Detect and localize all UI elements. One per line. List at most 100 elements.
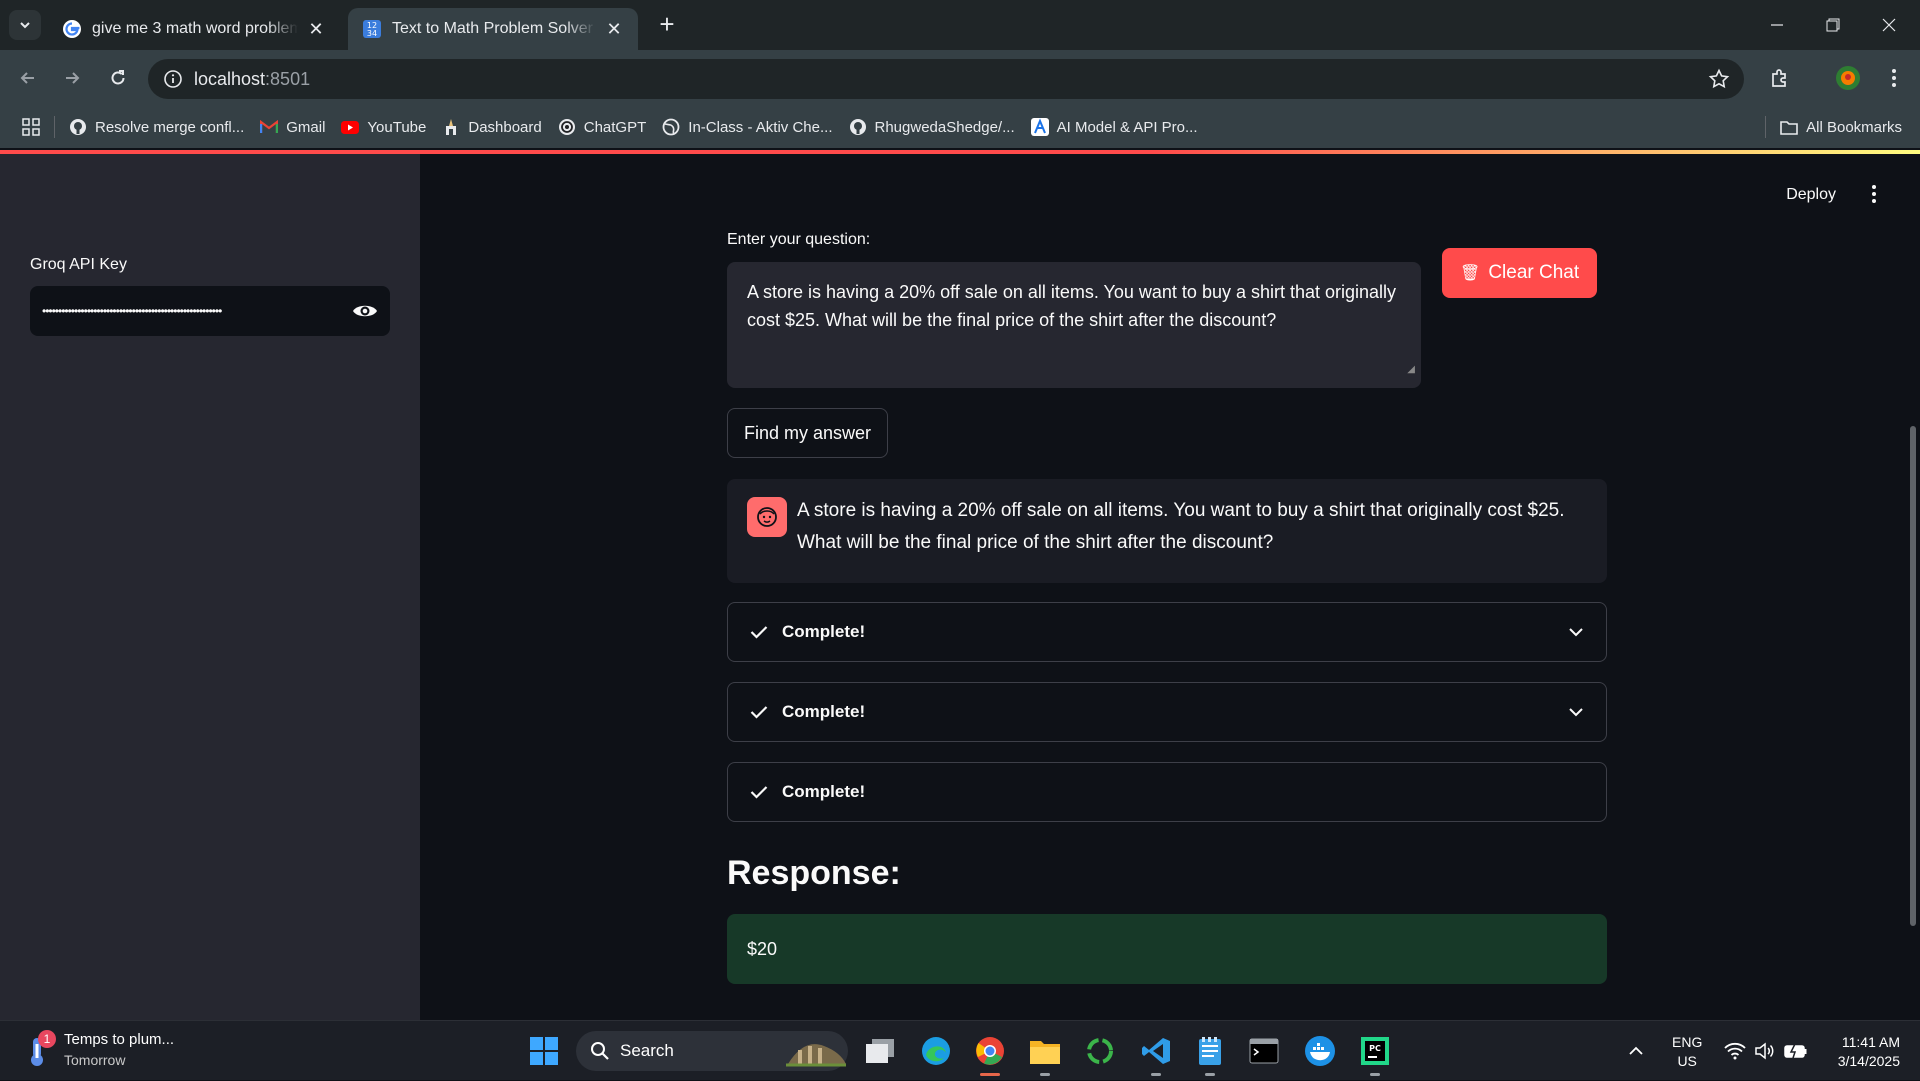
bookmark-chatgpt[interactable]: ChatGPT	[550, 112, 655, 142]
bookmark-label: Gmail	[286, 118, 326, 136]
api-key-value: ••••••••••••••••••••••••••••••••••••••••…	[42, 304, 222, 318]
system-clock[interactable]: 11:41 AM 3/14/2025	[1820, 1033, 1900, 1071]
folder-icon	[1780, 118, 1798, 136]
status-label: Complete!	[782, 782, 866, 801]
tab-math-word-problems[interactable]: give me 3 math word problem ✕	[48, 8, 340, 50]
close-icon[interactable]: ✕	[604, 19, 624, 40]
notepad-running-indicator	[1205, 1073, 1215, 1076]
language-indicator[interactable]: ENG US	[1672, 1033, 1702, 1071]
apps-button[interactable]	[0, 112, 48, 142]
clear-chat-button[interactable]: 🗑 Clear Chat	[1442, 248, 1598, 298]
bookmark-rhugweda[interactable]: RhugwedaShedge/...	[841, 112, 1023, 142]
wifi-icon	[1724, 1042, 1746, 1060]
reload-button[interactable]	[102, 62, 134, 94]
bookmark-ai-model[interactable]: AI Model & API Pro...	[1023, 112, 1206, 142]
network-status[interactable]	[1724, 1021, 1746, 1081]
bookmark-star-icon[interactable]	[1708, 68, 1730, 90]
weather-widget[interactable]: 1 Temps to plum... Tomorrow	[24, 1029, 175, 1068]
new-tab-button[interactable]: +	[652, 10, 682, 40]
file-explorer-taskbar-icon[interactable]	[1027, 1033, 1063, 1069]
minimize-button[interactable]	[1750, 0, 1804, 50]
profile-avatar[interactable]	[1832, 62, 1864, 94]
chevron-down-icon[interactable]	[1568, 707, 1584, 717]
volume-control[interactable]	[1754, 1021, 1776, 1081]
gmail-icon	[260, 118, 279, 136]
deploy-button[interactable]: Deploy	[1786, 186, 1836, 204]
all-bookmarks-button[interactable]: All Bookmarks	[1772, 112, 1920, 142]
question-textarea[interactable]: A store is having a 20% off sale on all …	[727, 262, 1421, 388]
chevron-down-icon	[20, 22, 30, 29]
folder-icon	[1030, 1041, 1060, 1064]
bookmark-resolve-merge[interactable]: Resolve merge confl...	[61, 112, 252, 142]
clear-chat-label: Clear Chat	[1488, 262, 1580, 283]
sync-app-taskbar-icon[interactable]	[1082, 1033, 1118, 1069]
site-info-icon[interactable]	[162, 68, 184, 90]
restore-button[interactable]	[1806, 0, 1860, 50]
windows-taskbar: 1 Temps to plum... Tomorrow Search PC EN…	[0, 1020, 1920, 1080]
back-button[interactable]	[12, 62, 44, 94]
docker-icon	[1305, 1036, 1335, 1066]
language-code: ENG	[1672, 1034, 1703, 1050]
battery-status[interactable]	[1784, 1021, 1808, 1081]
search-label: Search	[620, 1041, 674, 1060]
vscode-taskbar-icon[interactable]	[1138, 1033, 1174, 1069]
status-expander[interactable]: Complete!	[727, 682, 1607, 742]
bookmark-label: RhugwedaShedge/...	[874, 118, 1015, 136]
main-menu-button[interactable]	[1864, 182, 1884, 206]
task-view-button[interactable]	[862, 1033, 898, 1069]
forward-button[interactable]	[56, 62, 88, 94]
bookmark-label: All Bookmarks	[1806, 118, 1902, 136]
bookmark-label: In-Class - Aktiv Che...	[688, 118, 833, 136]
main-content: Deploy Enter your question: A store is h…	[420, 154, 1920, 1020]
resize-handle-icon[interactable]: ◢	[1407, 356, 1415, 384]
puzzle-icon	[1772, 69, 1786, 87]
edge-taskbar-icon[interactable]	[918, 1033, 954, 1069]
chevron-down-icon[interactable]	[1568, 627, 1584, 637]
chrome-menu-button[interactable]	[1878, 62, 1910, 94]
show-hidden-icons-button[interactable]	[1628, 1021, 1644, 1081]
tab-search-button[interactable]	[9, 10, 41, 40]
svg-text:34: 34	[367, 29, 377, 38]
bookmark-in-class[interactable]: In-Class - Aktiv Che...	[654, 112, 840, 142]
taskbar-search[interactable]: Search	[576, 1031, 848, 1071]
bookmark-label: AI Model & API Pro...	[1056, 118, 1198, 136]
dashboard-icon	[442, 118, 460, 136]
find-answer-button[interactable]: Find my answer	[727, 408, 889, 458]
eye-icon[interactable]	[352, 302, 378, 320]
docker-taskbar-icon[interactable]	[1302, 1033, 1338, 1069]
tab-math-solver[interactable]: 12 34 Text to Math Problem Solver an ✕	[348, 8, 638, 50]
api-key-input[interactable]: ••••••••••••••••••••••••••••••••••••••••…	[30, 286, 390, 336]
reload-icon	[111, 70, 125, 85]
notepad-taskbar-icon[interactable]	[1192, 1033, 1228, 1069]
terminal-taskbar-icon[interactable]	[1246, 1033, 1282, 1069]
extensions-button[interactable]	[1764, 62, 1796, 94]
main-scrollbar[interactable]	[1910, 426, 1916, 926]
close-window-button[interactable]	[1862, 0, 1916, 50]
vscode-running-indicator	[1151, 1073, 1161, 1076]
status-expander[interactable]: Complete!	[727, 602, 1607, 662]
youtube-icon	[341, 118, 360, 136]
restore-icon	[1826, 18, 1840, 32]
vscode-icon	[1142, 1038, 1170, 1064]
thermometer-icon: 1	[24, 1029, 56, 1068]
find-answer-label: Find my answer	[744, 422, 872, 443]
response-success-box: $20	[727, 914, 1607, 984]
bookmark-youtube[interactable]: YouTube	[333, 112, 434, 142]
close-icon[interactable]: ✕	[306, 19, 326, 40]
address-bar[interactable]: localhost:8501	[148, 59, 1744, 99]
weather-title: Temps to plum...	[64, 1031, 175, 1048]
face-icon	[757, 507, 777, 527]
bookmark-gmail[interactable]: Gmail	[252, 112, 333, 142]
arrow-right-icon	[66, 72, 80, 84]
pycharm-taskbar-icon[interactable]: PC	[1357, 1033, 1393, 1069]
chrome-taskbar-icon[interactable]	[972, 1033, 1008, 1069]
edge-icon	[922, 1037, 950, 1065]
status-label: Complete!	[782, 622, 866, 641]
bookmark-label: ChatGPT	[583, 118, 647, 136]
github-icon	[849, 118, 867, 136]
ai-model-icon	[1030, 118, 1049, 136]
response-heading: Response:	[727, 854, 901, 892]
pycharm-running-indicator	[1370, 1073, 1380, 1076]
start-button[interactable]	[526, 1033, 562, 1069]
bookmark-dashboard[interactable]: Dashboard	[434, 112, 549, 142]
